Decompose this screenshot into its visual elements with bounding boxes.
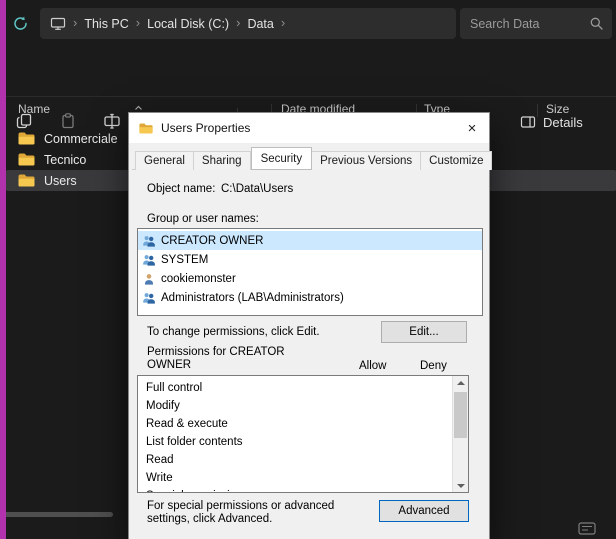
breadcrumb-data[interactable]: Data xyxy=(247,17,273,31)
group-icon xyxy=(142,254,156,266)
file-name: Commerciale xyxy=(44,132,118,146)
breadcrumb-chevron-icon: › xyxy=(281,15,285,30)
left-edge-strip xyxy=(0,0,6,539)
tab-security[interactable]: Security xyxy=(251,147,313,170)
group-user-list: CREATOR OWNER SYSTEM cookiemonster Admin… xyxy=(137,228,483,316)
advanced-button[interactable]: Advanced xyxy=(379,500,469,522)
group-icon xyxy=(142,292,156,304)
list-item-creator-owner[interactable]: CREATOR OWNER xyxy=(138,231,482,250)
advanced-hint-label: For special permissions or advanced sett… xyxy=(147,500,375,525)
tab-general[interactable]: General xyxy=(135,151,194,170)
breadcrumb-chevron-icon: › xyxy=(236,15,240,30)
permission-modify[interactable]: Modify xyxy=(138,397,468,415)
folder-icon xyxy=(18,174,35,187)
breadcrumb-local-disk-c[interactable]: Local Disk (C:) xyxy=(147,17,229,31)
search-box xyxy=(460,8,612,39)
user-icon xyxy=(142,273,156,285)
dialog-tabs: General Sharing Security Previous Versio… xyxy=(135,147,483,170)
search-input[interactable] xyxy=(470,17,589,31)
scroll-down-icon[interactable] xyxy=(453,478,468,492)
list-item-label: cookiemonster xyxy=(161,273,236,285)
object-name-label: Object name: xyxy=(147,183,215,195)
scroll-up-icon[interactable] xyxy=(453,376,468,390)
permission-read[interactable]: Read xyxy=(138,451,468,469)
allow-column-label: Allow xyxy=(359,360,386,372)
this-pc-icon xyxy=(50,16,66,31)
file-name: Tecnico xyxy=(44,153,86,167)
tab-sharing[interactable]: Sharing xyxy=(194,151,251,170)
refresh-button[interactable] xyxy=(9,15,31,37)
permission-read-execute[interactable]: Read & execute xyxy=(138,415,468,433)
edit-hint-label: To change permissions, click Edit. xyxy=(147,326,320,338)
edit-button[interactable]: Edit... xyxy=(381,321,467,343)
permissions-for-label: Permissions for CREATOR OWNER xyxy=(147,346,307,371)
permissions-list: Full control Modify Read & execute List … xyxy=(137,375,469,493)
list-item-label: SYSTEM xyxy=(161,254,208,266)
permission-write[interactable]: Write xyxy=(138,469,468,487)
users-properties-dialog: Users Properties × General Sharing Secur… xyxy=(128,112,490,539)
folder-icon xyxy=(18,153,35,166)
refresh-icon xyxy=(12,15,29,37)
breadcrumb: › This PC › Local Disk (C:) › Data › xyxy=(40,8,456,39)
column-header-name[interactable]: Name xyxy=(18,102,50,116)
file-explorer-window: › This PC › Local Disk (C:) › Data › xyxy=(0,0,616,539)
group-or-usernames-label: Group or user names: xyxy=(147,213,259,225)
list-item-administrators[interactable]: Administrators (LAB\Administrators) xyxy=(138,288,482,307)
close-icon[interactable]: × xyxy=(461,117,483,139)
breadcrumb-chevron-icon: › xyxy=(73,15,77,30)
tab-previous-versions[interactable]: Previous Versions xyxy=(312,151,421,170)
dialog-title: Users Properties xyxy=(161,121,461,135)
dialog-titlebar: Users Properties × xyxy=(129,113,489,143)
column-separator[interactable] xyxy=(537,104,538,117)
object-name-value: C:\Data\Users xyxy=(221,183,293,195)
search-icon xyxy=(589,16,604,31)
group-icon xyxy=(142,235,156,247)
breadcrumb-this-pc[interactable]: This PC xyxy=(84,17,128,31)
permissions-scrollbar[interactable] xyxy=(452,376,468,492)
folder-icon xyxy=(139,123,153,134)
tab-customize[interactable]: Customize xyxy=(421,151,492,170)
list-item-label: CREATOR OWNER xyxy=(161,235,263,247)
horizontal-scrollbar[interactable] xyxy=(0,512,113,517)
list-item-system[interactable]: SYSTEM xyxy=(138,250,482,269)
list-item-cookiemonster[interactable]: cookiemonster xyxy=(138,269,482,288)
folder-icon xyxy=(18,132,35,145)
deny-column-label: Deny xyxy=(420,360,447,372)
file-name: Users xyxy=(44,174,77,188)
scrollbar-thumb[interactable] xyxy=(454,392,467,438)
permission-list-folder-contents[interactable]: List folder contents xyxy=(138,433,468,451)
column-header-size[interactable]: Size xyxy=(546,102,569,116)
permission-special[interactable]: Special permissions xyxy=(138,487,468,493)
command-bar: Sort View ⋯ Details xyxy=(0,48,616,97)
breadcrumb-chevron-icon: › xyxy=(136,15,140,30)
list-item-label: Administrators (LAB\Administrators) xyxy=(161,292,344,304)
details-pane-icon xyxy=(520,115,536,129)
permission-full-control[interactable]: Full control xyxy=(138,379,468,397)
view-toggle-icon[interactable] xyxy=(575,521,599,536)
